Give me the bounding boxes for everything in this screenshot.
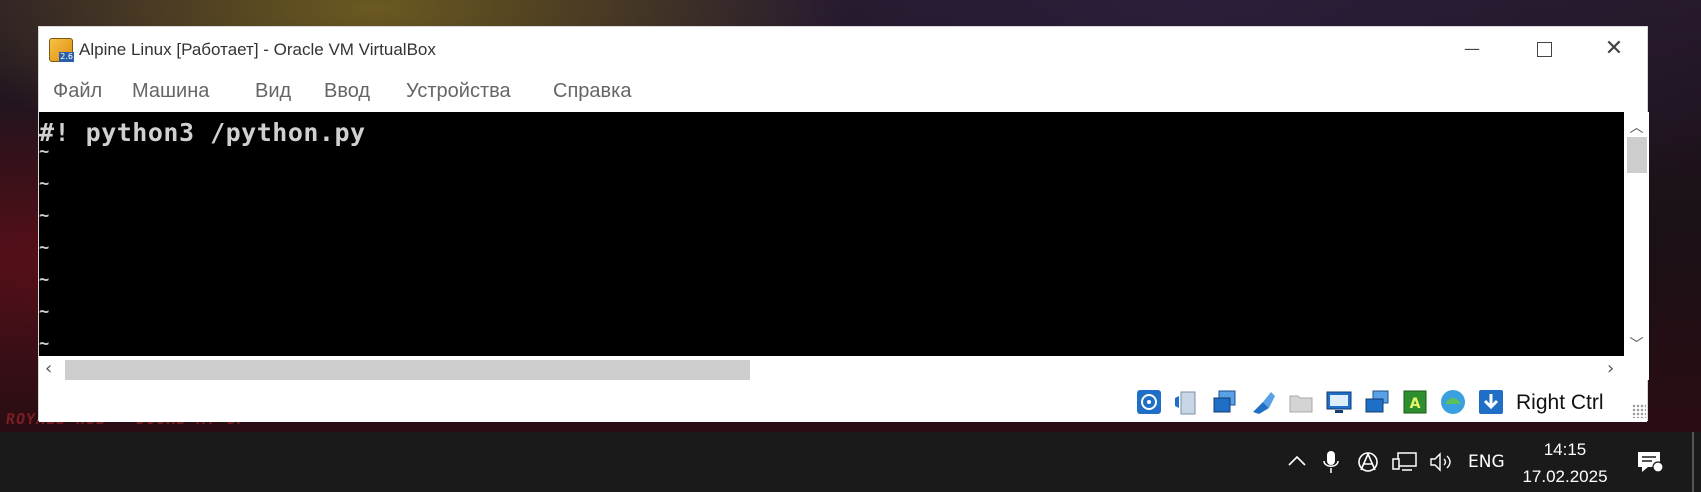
optical-drive-icon[interactable] xyxy=(1173,388,1201,416)
keyboard-capture-icon[interactable] xyxy=(1477,388,1505,416)
maximize-button[interactable] xyxy=(1509,27,1579,72)
console-tilde-line: ~ xyxy=(39,206,50,226)
svg-text:A: A xyxy=(1410,396,1421,412)
clock[interactable]: 14:15 17.02.2025 xyxy=(1510,436,1620,490)
clock-date: 17.02.2025 xyxy=(1522,467,1608,486)
status-bar: A Right Ctrl xyxy=(39,380,1647,422)
menu-help[interactable]: Справка xyxy=(553,80,631,103)
console-tilde-line: ~ xyxy=(39,334,50,354)
console-line: #! python3 /python.py xyxy=(39,118,366,147)
console-tilde-line: ~ xyxy=(39,174,50,194)
vm-console-screen[interactable]: #! python3 /python.py ~ ~ ~ ~ ~ ~ ~ xyxy=(39,112,1624,356)
scroll-up-icon[interactable]: ︿ xyxy=(1624,117,1649,137)
audio-icon[interactable] xyxy=(1211,388,1239,416)
volume-icon[interactable] xyxy=(1428,450,1454,474)
minimize-icon: — xyxy=(1464,39,1480,58)
minimize-button[interactable]: — xyxy=(1437,27,1507,72)
maximize-icon xyxy=(1536,42,1552,57)
scroll-right-icon[interactable]: › xyxy=(1607,358,1614,379)
notifications-icon[interactable] xyxy=(1636,450,1664,474)
shared-folders-icon[interactable] xyxy=(1287,388,1315,416)
clock-time: 14:15 xyxy=(1543,440,1587,459)
title-bar[interactable]: 2.6 Alpine Linux [Работает] - Oracle VM … xyxy=(39,27,1647,72)
network-icon[interactable] xyxy=(1392,450,1418,474)
show-desktop-button[interactable] xyxy=(1692,432,1694,492)
language-indicator[interactable]: ENG xyxy=(1468,452,1505,476)
scroll-down-icon[interactable]: ﹀ xyxy=(1624,334,1649,354)
vertical-scrollbar[interactable]: ︿ ﹀ xyxy=(1624,112,1649,356)
vpn-icon[interactable] xyxy=(1356,450,1380,474)
menu-devices[interactable]: Устройства xyxy=(406,80,511,103)
menu-input[interactable]: Ввод xyxy=(324,80,370,103)
window-title: Alpine Linux [Работает] - Oracle VM Virt… xyxy=(79,40,436,59)
chevron-up-icon[interactable] xyxy=(1286,450,1308,474)
windows-taskbar: ENG 14:15 17.02.2025 xyxy=(0,432,1701,492)
app-icon-badge: 2.6 xyxy=(59,52,74,62)
microphone-icon[interactable] xyxy=(1322,450,1340,474)
display-icon[interactable] xyxy=(1325,388,1353,416)
console-tilde-line: ~ xyxy=(39,142,50,162)
horizontal-scrollbar[interactable]: ‹ › xyxy=(39,356,1649,383)
mouse-integration-icon[interactable] xyxy=(1439,388,1467,416)
menu-machine[interactable]: Машина xyxy=(132,80,209,103)
console-tilde-line: ~ xyxy=(39,238,50,258)
hard-disk-icon[interactable] xyxy=(1135,388,1163,416)
virtualbox-window: 2.6 Alpine Linux [Работает] - Oracle VM … xyxy=(38,26,1649,422)
menu-view[interactable]: Вид xyxy=(255,80,291,103)
console-tilde-line: ~ xyxy=(39,302,50,322)
usb-icon[interactable] xyxy=(1249,388,1277,416)
virtualbox-vm-icon[interactable]: 2.6 xyxy=(49,38,74,62)
host-key-label: Right Ctrl xyxy=(1516,391,1604,414)
menu-file[interactable]: Файл xyxy=(53,80,102,103)
language-label: ENG xyxy=(1468,452,1505,472)
console-tilde-line: ~ xyxy=(39,270,50,290)
resize-grip-icon[interactable] xyxy=(1632,404,1646,418)
video-capture-icon[interactable] xyxy=(1363,388,1391,416)
scroll-left-icon[interactable]: ‹ xyxy=(45,358,52,379)
menu-bar: Файл Машина Вид Ввод Устройства Справка xyxy=(39,72,1647,112)
close-icon: ✕ xyxy=(1604,36,1624,61)
close-button[interactable]: ✕ xyxy=(1579,27,1649,72)
vertical-scroll-thumb[interactable] xyxy=(1627,137,1647,173)
cpu-activity-icon[interactable]: A xyxy=(1401,388,1429,416)
